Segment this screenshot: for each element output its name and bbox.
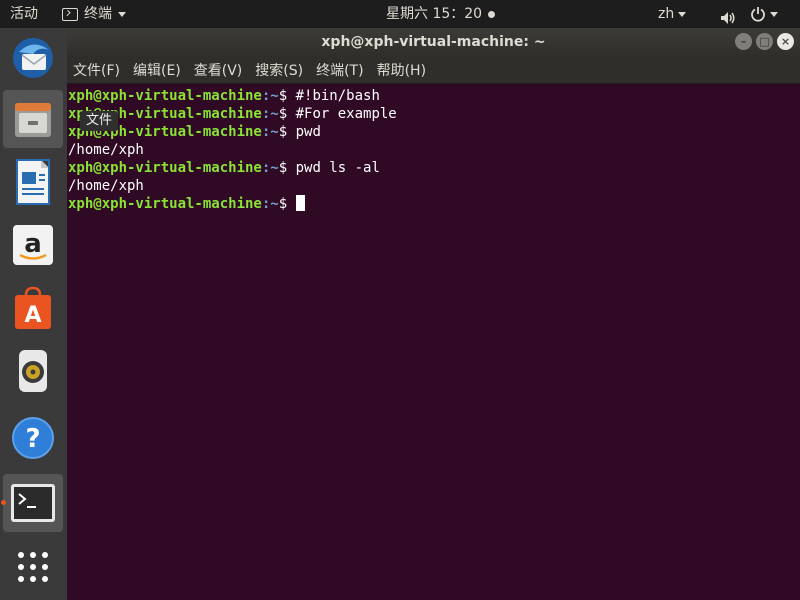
menu-terminal[interactable]: 终端(T) <box>316 60 363 80</box>
menu-help[interactable]: 帮助(H) <box>377 60 426 80</box>
window-titlebar[interactable]: xph@xph-virtual-machine: ~ – □ × <box>67 28 800 57</box>
text-cursor <box>295 195 305 211</box>
maximize-button[interactable]: □ <box>756 33 773 50</box>
help-icon: ? <box>12 417 54 459</box>
terminal-line: xph@xph-virtual-machine:~$ pwd <box>68 124 321 140</box>
terminal-window: xph@xph-virtual-machine: ~ – □ × 文件(F) 编… <box>67 28 800 600</box>
terminal-output-line: /home/xph <box>68 142 144 158</box>
input-method-label: zh <box>658 6 675 22</box>
volume-button[interactable] <box>720 7 736 24</box>
terminal-line: xph@xph-virtual-machine:~$ <box>68 195 799 213</box>
activities-button[interactable]: 活动 <box>10 0 38 28</box>
app-menu-label: 终端 <box>84 6 112 22</box>
terminal-icon <box>11 484 55 522</box>
top-panel: 活动 终端 星期六 15：20 zh <box>0 0 800 28</box>
terminal-output-line: /home/xph <box>68 178 144 194</box>
menu-search[interactable]: 搜索(S) <box>255 60 303 80</box>
thunderbird-icon <box>13 38 53 78</box>
dock-tooltip: 文件 <box>80 111 119 131</box>
menu-edit[interactable]: 编辑(E) <box>133 60 181 80</box>
svg-text:a: a <box>24 229 42 259</box>
terminal-line: xph@xph-virtual-machine:~$ pwd ls -al <box>68 160 380 176</box>
notification-dot-icon <box>488 10 496 18</box>
minimize-button[interactable]: – <box>735 33 752 50</box>
show-applications-icon <box>18 552 48 582</box>
dock-software[interactable]: A <box>3 279 63 337</box>
terminal-line: xph@xph-virtual-machine:~$ #For example <box>68 106 397 122</box>
power-menu-button[interactable] <box>750 0 778 28</box>
svg-text:?: ? <box>25 424 40 454</box>
running-indicator <box>1 500 6 505</box>
dock-amazon[interactable]: a <box>3 216 63 274</box>
volume-icon <box>721 12 735 24</box>
dock: a A ? <box>0 28 67 600</box>
menubar: 文件(F) 编辑(E) 查看(V) 搜索(S) 终端(T) 帮助(H) <box>67 57 800 84</box>
terminal-mini-icon <box>62 7 78 21</box>
clock-button[interactable]: 星期六 15：20 <box>386 0 496 28</box>
dock-writer[interactable] <box>3 153 63 211</box>
dock-help[interactable]: ? <box>3 409 63 467</box>
chevron-down-icon <box>118 11 126 17</box>
dock-show-apps[interactable] <box>3 538 63 596</box>
menu-view[interactable]: 查看(V) <box>194 60 243 80</box>
power-icon <box>751 7 765 22</box>
window-title: xph@xph-virtual-machine: ~ <box>321 34 546 50</box>
close-button[interactable]: × <box>777 33 794 50</box>
window-controls: – □ × <box>735 33 794 50</box>
dock-thunderbird[interactable] <box>3 29 63 87</box>
clock-label: 星期六 15：20 <box>386 6 483 22</box>
terminal-output[interactable]: xph@xph-virtual-machine:~$ #!bin/bash xp… <box>67 85 800 600</box>
input-method-button[interactable]: zh <box>658 0 687 28</box>
libreoffice-writer-icon <box>16 159 50 205</box>
files-icon <box>15 103 51 137</box>
svg-text:A: A <box>24 303 41 328</box>
app-menu-button[interactable]: 终端 <box>62 0 126 28</box>
chevron-down-icon <box>770 11 778 17</box>
terminal-line: xph@xph-virtual-machine:~$ #!bin/bash <box>68 88 380 104</box>
dock-terminal[interactable] <box>1 474 63 532</box>
dock-files[interactable] <box>3 90 63 148</box>
menu-file[interactable]: 文件(F) <box>73 60 120 80</box>
chevron-down-icon <box>678 11 687 17</box>
dock-rhythmbox[interactable] <box>3 342 63 400</box>
software-center-icon: A <box>15 286 51 329</box>
amazon-icon: a <box>13 225 53 265</box>
rhythmbox-icon <box>19 350 47 392</box>
